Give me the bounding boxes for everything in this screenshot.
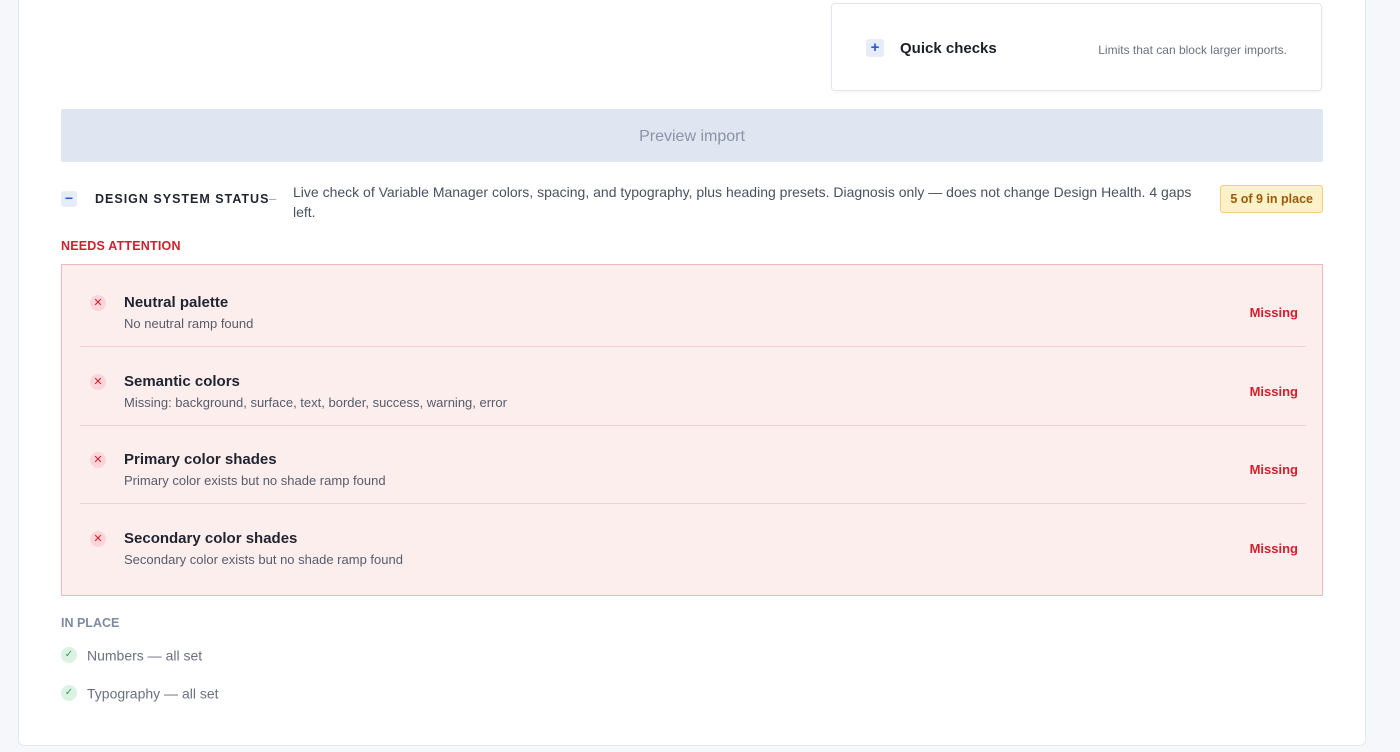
in-place-item: Typography — all set <box>87 685 219 702</box>
status-badge: 5 of 9 in place <box>1220 185 1323 213</box>
preview-import-button[interactable]: Preview import <box>61 109 1323 162</box>
needs-attention-label: NEEDS ATTENTION <box>61 239 181 253</box>
plus-icon[interactable]: + <box>866 39 884 57</box>
check-icon: ✓ <box>61 685 77 702</box>
list-item: ✕ Primary color shades Primary color exi… <box>80 425 1306 504</box>
list-item: ✓ Numbers — all set <box>61 646 203 664</box>
error-x-icon: ✕ <box>90 295 106 311</box>
list-item: ✕ Secondary color shades Secondary color… <box>80 504 1306 582</box>
status-missing: Missing <box>1249 462 1298 477</box>
needs-attention-list: ✕ Neutral palette No neutral ramp found … <box>61 264 1323 596</box>
separator: – <box>269 191 277 206</box>
quick-checks-card[interactable]: + Quick checks Limits that can block lar… <box>831 3 1322 91</box>
minus-icon[interactable]: − <box>61 191 77 207</box>
design-system-status-label: DESIGN SYSTEM STATUS <box>95 192 270 206</box>
item-detail: Missing: background, surface, text, bord… <box>124 395 507 410</box>
item-title: Semantic colors <box>124 373 240 390</box>
item-detail: Secondary color exists but no shade ramp… <box>124 552 403 567</box>
item-detail: Primary color exists but no shade ramp f… <box>124 473 386 488</box>
in-place-label: IN PLACE <box>61 616 120 630</box>
design-system-status-header[interactable]: − DESIGN SYSTEM STATUS – Live check of V… <box>61 182 1323 222</box>
in-place-item: Numbers — all set <box>87 647 203 664</box>
list-item: ✕ Neutral palette No neutral ramp found … <box>80 268 1306 347</box>
item-title: Secondary color shades <box>124 530 298 547</box>
list-item: ✓ Typography — all set <box>61 684 219 702</box>
status-missing: Missing <box>1249 384 1298 399</box>
error-x-icon: ✕ <box>90 531 106 547</box>
quick-checks-title[interactable]: Quick checks <box>900 40 997 57</box>
error-x-icon: ✕ <box>90 374 106 390</box>
quick-checks-subtitle: Limits that can block larger imports. <box>1098 43 1287 57</box>
status-missing: Missing <box>1249 305 1298 320</box>
design-system-status-description: Live check of Variable Manager colors, s… <box>293 184 1192 220</box>
item-detail: No neutral ramp found <box>124 316 254 331</box>
check-icon: ✓ <box>61 647 77 664</box>
error-x-icon: ✕ <box>90 452 106 468</box>
item-title: Primary color shades <box>124 451 277 468</box>
list-item: ✕ Semantic colors Missing: background, s… <box>80 347 1306 426</box>
item-title: Neutral palette <box>124 294 229 311</box>
status-missing: Missing <box>1249 541 1298 556</box>
